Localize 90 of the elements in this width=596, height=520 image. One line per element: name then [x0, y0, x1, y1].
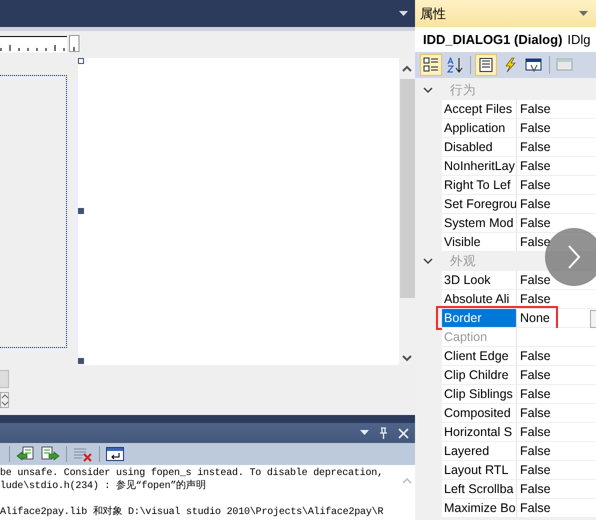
property-row[interactable]: Clip Siblings False	[442, 385, 596, 404]
property-value[interactable]: False	[520, 406, 551, 420]
category-label: 行为	[450, 82, 476, 99]
property-value[interactable]: False	[520, 444, 551, 458]
property-name[interactable]: 3D Look	[442, 271, 517, 289]
property-row[interactable]: Client Edge False	[442, 347, 596, 366]
chevron-right-icon[interactable]	[567, 245, 581, 269]
property-name[interactable]: Absolute Ali	[442, 290, 517, 308]
property-row[interactable]: Accept Files False	[442, 100, 596, 119]
property-name[interactable]: Disabled	[442, 138, 517, 156]
resize-handle[interactable]	[78, 208, 84, 214]
property-row[interactable]: Horizontal S False	[442, 423, 596, 442]
property-row[interactable]: System Mod False	[442, 214, 596, 233]
previous-message-icon[interactable]	[16, 446, 36, 462]
property-row[interactable]: Composited False	[442, 404, 596, 423]
property-row[interactable]: Layout RTL False	[442, 461, 596, 480]
property-row[interactable]: Right To Lef False	[442, 176, 596, 195]
property-value[interactable]: False	[520, 482, 551, 496]
property-value[interactable]: False	[520, 235, 551, 249]
property-name[interactable]: Layout RTL	[442, 461, 517, 479]
property-value[interactable]: False	[520, 387, 551, 401]
property-name[interactable]: System Mod	[442, 214, 517, 232]
chevron-icon[interactable]	[423, 258, 433, 265]
property-value[interactable]: False	[520, 292, 551, 306]
property-value[interactable]: False	[520, 140, 551, 154]
properties-button[interactable]	[475, 54, 497, 76]
property-name[interactable]: Accept Files	[442, 100, 517, 118]
chevron-up-icon[interactable]	[402, 65, 412, 72]
property-name[interactable]: Set Foregrou	[442, 195, 517, 213]
property-name[interactable]: Clip Childre	[442, 366, 517, 384]
property-row[interactable]: Absolute Ali False	[442, 290, 596, 309]
property-value[interactable]: False	[520, 178, 551, 192]
property-value[interactable]: False	[520, 121, 551, 135]
property-name[interactable]: Visible	[442, 233, 517, 251]
output-line: Aliface2pay.lib 和对象 D:\visual studio 2010\Projects\Aliface2pay\R	[0, 506, 384, 519]
word-wrap-icon[interactable]	[106, 446, 124, 462]
property-row[interactable]: Disabled False	[442, 138, 596, 157]
spin-icon[interactable]	[0, 392, 9, 408]
object-selector[interactable]: IDD_DIALOG1 (Dialog) IDlg	[415, 27, 596, 52]
property-value[interactable]: False	[520, 159, 551, 173]
property-name[interactable]: Border	[442, 309, 517, 327]
dropdown-icon[interactable]	[360, 430, 369, 436]
scroll-thumb[interactable]	[400, 79, 414, 298]
property-value[interactable]: None	[520, 311, 550, 325]
property-name[interactable]: Horizontal S	[442, 423, 517, 441]
output-line: be unsafe. Consider using fopen_s instead. To disable deprecation,	[0, 467, 384, 480]
property-value[interactable]: False	[520, 197, 551, 211]
categorized-button[interactable]	[420, 54, 442, 76]
sort-icon	[447, 57, 463, 73]
panel-title: 属性	[420, 4, 446, 22]
resize-handle[interactable]	[78, 58, 84, 64]
dropdown-icon[interactable]	[579, 10, 588, 16]
property-value[interactable]: False	[520, 463, 551, 477]
property-row[interactable]: Application False	[442, 119, 596, 138]
output-line: lude\stdio.h(234) : 参见“fopen”的声明	[0, 480, 207, 493]
chevron-down-icon[interactable]	[402, 355, 412, 362]
property-value[interactable]: False	[520, 273, 551, 287]
property-name[interactable]: Maximize Bo	[442, 499, 517, 517]
categorized-icon	[423, 57, 439, 73]
property-row[interactable]: Layered False	[442, 442, 596, 461]
pin-icon[interactable]	[379, 427, 388, 439]
property-row[interactable]: Maximize Bo False	[442, 499, 596, 518]
resize-handle[interactable]	[78, 358, 84, 364]
property-value[interactable]: False	[520, 216, 551, 230]
property-value[interactable]: False	[520, 501, 551, 515]
next-message-icon[interactable]	[40, 446, 60, 462]
property-value[interactable]: False	[520, 425, 551, 439]
property-name[interactable]: Left Scrollba	[442, 480, 517, 498]
property-row[interactable]: NoInheritLay False	[442, 157, 596, 176]
clear-icon[interactable]	[73, 446, 93, 462]
dropdown-icon[interactable]	[399, 10, 408, 16]
property-row[interactable]: Set Foregrou False	[442, 195, 596, 214]
category-label: 外观	[450, 253, 476, 270]
property-name[interactable]: Clip Siblings	[442, 385, 517, 403]
property-value[interactable]: False	[520, 368, 551, 382]
property-name[interactable]: NoInheritLay	[442, 157, 517, 175]
property-name[interactable]: Application	[442, 119, 517, 137]
property-row[interactable]: Clip Childre False	[442, 366, 596, 385]
close-icon[interactable]	[398, 428, 409, 438]
property-value[interactable]: False	[520, 349, 551, 363]
chevron-icon[interactable]	[423, 87, 433, 94]
window-icon	[556, 57, 574, 73]
property-value[interactable]: False	[520, 102, 551, 116]
property-name[interactable]: Composited	[442, 404, 517, 422]
window-icon	[525, 57, 543, 73]
property-name[interactable]: Layered	[442, 442, 517, 460]
property-row[interactable]: Left Scrollba False	[442, 480, 596, 499]
list-icon	[478, 57, 494, 73]
property-name[interactable]: Client Edge	[442, 347, 517, 365]
property-name[interactable]: Right To Lef	[442, 176, 517, 194]
